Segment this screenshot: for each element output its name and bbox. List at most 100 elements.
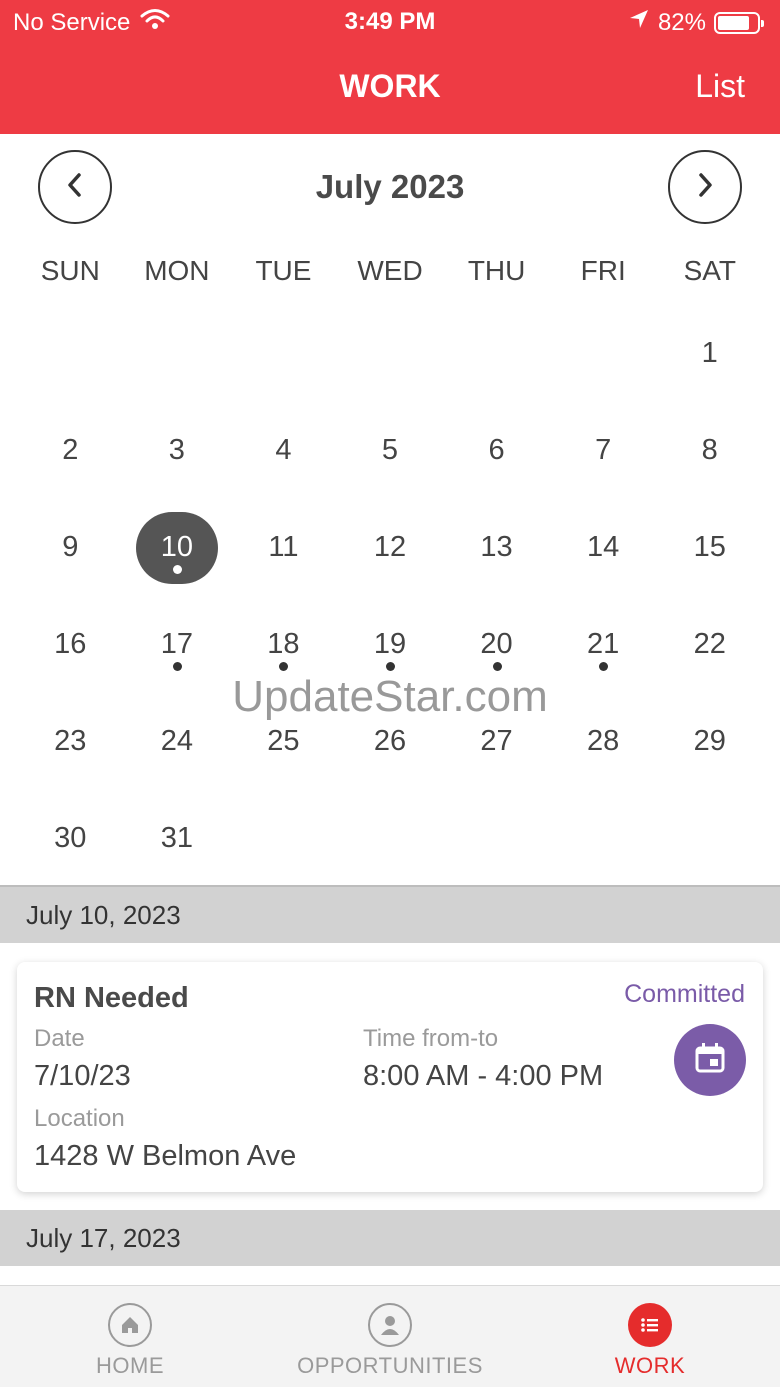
event-indicator-dot xyxy=(172,662,182,671)
calendar-day[interactable]: 12 xyxy=(337,499,444,596)
day-number: 22 xyxy=(693,628,726,660)
weekday-header: SUN MON TUE WED THU FRI SAT xyxy=(17,255,763,287)
calendar-day[interactable]: 5 xyxy=(337,402,444,499)
day-number: 30 xyxy=(54,822,87,854)
day-number: 14 xyxy=(587,531,620,563)
calendar-day[interactable]: 2 xyxy=(17,402,124,499)
status-badge: Committed xyxy=(624,980,745,1008)
location-arrow-icon xyxy=(628,8,650,37)
day-number: 29 xyxy=(693,725,726,757)
person-icon xyxy=(368,1303,412,1347)
calendar-day[interactable]: 20 xyxy=(443,596,550,693)
calendar-day[interactable]: 21 xyxy=(550,596,657,693)
location-label: Location xyxy=(34,1105,125,1132)
day-number: 13 xyxy=(480,531,513,563)
calendar-day[interactable]: 3 xyxy=(124,402,231,499)
calendar-day-empty xyxy=(124,305,231,402)
bottom-tab-bar: HOME OPPORTUNITIES WORK xyxy=(0,1285,780,1387)
event-indicator-dot xyxy=(385,662,395,671)
weekday-label: SUN xyxy=(40,255,100,286)
time-value: 8:00 AM - 4:00 PM xyxy=(363,1060,604,1092)
shift-card[interactable]: RN Needed Committed Date 7/10/23 Time fr… xyxy=(17,962,763,1192)
day-number: 8 xyxy=(701,434,718,466)
calendar-day[interactable]: 24 xyxy=(124,693,231,790)
day-number: 27 xyxy=(480,725,513,757)
calendar-grid: 1 2 3 4 5 6 7 8 9 10 11 12 13 14 15 16 17 18 19 20 21 22 23 24 2… xyxy=(17,305,763,887)
calendar-day[interactable]: 11 xyxy=(230,499,337,596)
tab-work[interactable]: WORK xyxy=(590,1286,710,1387)
chevron-right-icon xyxy=(695,172,715,203)
page-title: WORK xyxy=(339,68,441,104)
day-number: 23 xyxy=(54,725,87,757)
battery-percent: 82% xyxy=(657,8,706,36)
day-number: 18 xyxy=(267,628,300,660)
calendar-day[interactable]: 17 xyxy=(124,596,231,693)
calendar-day[interactable]: 25 xyxy=(230,693,337,790)
day-number: 16 xyxy=(54,628,87,660)
calendar-day[interactable]: 22 xyxy=(656,596,763,693)
day-number: 7 xyxy=(595,434,612,466)
calendar-day-empty xyxy=(337,305,444,402)
home-icon xyxy=(108,1303,152,1347)
day-number: 9 xyxy=(62,531,79,563)
next-month-button[interactable] xyxy=(668,150,742,224)
day-number: 2 xyxy=(62,434,79,466)
date-value: 7/10/23 xyxy=(34,1060,131,1092)
calendar-day[interactable]: 30 xyxy=(17,790,124,887)
event-indicator-dot xyxy=(599,662,609,671)
calendar-day[interactable]: 4 xyxy=(230,402,337,499)
app-header: No Service 3:49 PM 82% WORK List xyxy=(0,0,780,134)
event-indicator-dot xyxy=(492,662,502,671)
weekday-label: THU xyxy=(467,255,526,286)
weekday-label: SAT xyxy=(683,255,736,286)
date-label: Date xyxy=(34,1025,85,1052)
weekday-label: TUE xyxy=(255,255,312,286)
calendar-day[interactable]: 7 xyxy=(550,402,657,499)
day-number: 6 xyxy=(488,434,505,466)
calendar-day[interactable]: 19 xyxy=(337,596,444,693)
calendar-day[interactable]: 14 xyxy=(550,499,657,596)
calendar-day-empty xyxy=(17,305,124,402)
calendar-day[interactable]: 10 xyxy=(124,499,231,596)
calendar-navigation: July 2023 xyxy=(0,150,780,226)
add-to-calendar-button[interactable] xyxy=(674,1024,746,1096)
tab-label: OPPORTUNITIES xyxy=(297,1353,483,1378)
day-number: 17 xyxy=(160,628,193,660)
calendar-day-empty xyxy=(443,305,550,402)
day-number: 5 xyxy=(381,434,399,466)
day-number: 4 xyxy=(275,434,292,466)
calendar-day[interactable]: 9 xyxy=(17,499,124,596)
calendar-day[interactable]: 1 xyxy=(656,305,763,402)
calendar-day[interactable]: 18 xyxy=(230,596,337,693)
calendar-day[interactable]: 23 xyxy=(17,693,124,790)
calendar-day[interactable]: 16 xyxy=(17,596,124,693)
tab-home[interactable]: HOME xyxy=(60,1286,200,1387)
day-number: 3 xyxy=(168,434,185,466)
day-number: 31 xyxy=(160,822,193,854)
list-view-button[interactable]: List xyxy=(695,68,745,105)
tab-label: WORK xyxy=(614,1353,686,1378)
calendar-day[interactable]: 6 xyxy=(443,402,550,499)
shift-title: RN Needed xyxy=(34,982,189,1014)
day-number: 28 xyxy=(587,725,620,757)
calendar-day[interactable]: 13 xyxy=(443,499,550,596)
weekday-label: FRI xyxy=(580,255,626,286)
tab-label: HOME xyxy=(96,1353,164,1378)
event-indicator-dot xyxy=(172,565,182,574)
calendar-day[interactable]: 8 xyxy=(656,402,763,499)
calendar-day[interactable]: 15 xyxy=(656,499,763,596)
calendar-day[interactable]: 29 xyxy=(656,693,763,790)
status-bar: No Service 3:49 PM 82% xyxy=(0,0,780,44)
calendar-day[interactable]: 31 xyxy=(124,790,231,887)
day-number: 11 xyxy=(268,531,299,563)
calendar-icon xyxy=(693,1041,727,1080)
tab-opportunities[interactable]: OPPORTUNITIES xyxy=(280,1286,500,1387)
day-number: 1 xyxy=(701,337,718,369)
calendar-day[interactable]: 28 xyxy=(550,693,657,790)
calendar-day[interactable]: 27 xyxy=(443,693,550,790)
calendar-day-empty xyxy=(550,305,657,402)
day-number: 12 xyxy=(373,531,407,563)
list-icon xyxy=(628,1303,672,1347)
calendar-day[interactable]: 26 xyxy=(337,693,444,790)
day-number: 21 xyxy=(587,628,620,660)
